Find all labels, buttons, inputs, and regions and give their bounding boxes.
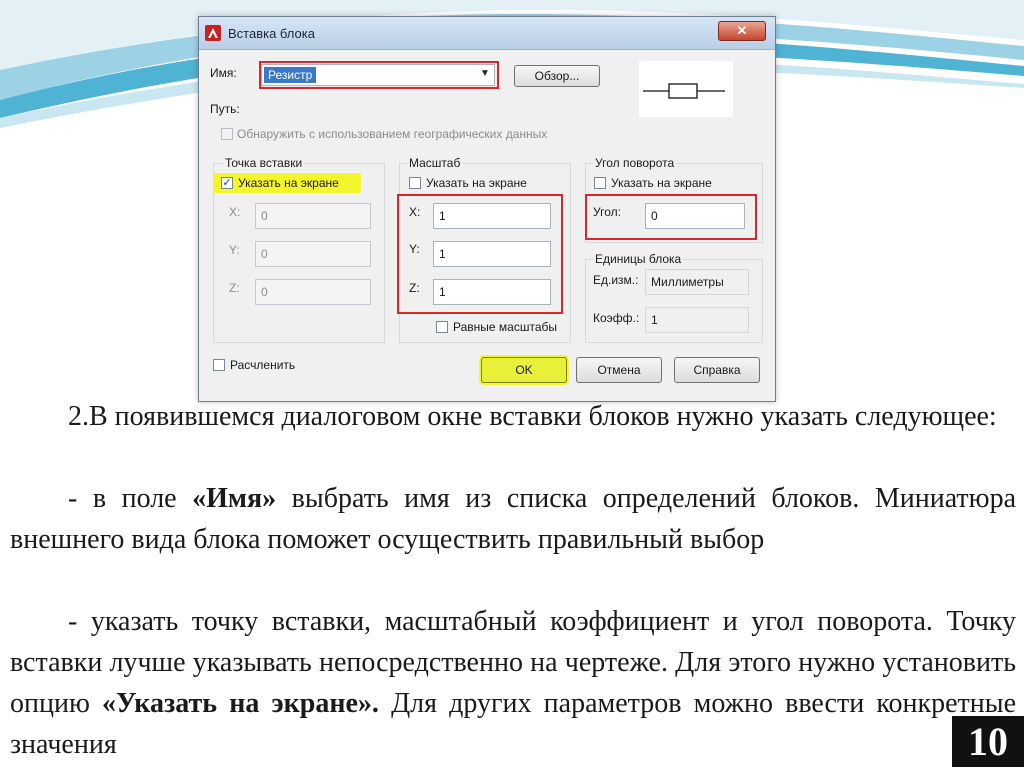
paragraph-2-text-a: - в поле — [68, 483, 193, 514]
block-preview — [639, 61, 733, 117]
paragraph-1-text: 2.В появившемся диалоговом окне вставки … — [68, 401, 997, 432]
block-units-heading: Единицы блока — [593, 252, 684, 266]
scale-y-label: Y: — [409, 242, 420, 256]
scale-y-field[interactable]: 1 — [433, 241, 551, 267]
factor-label: Коэфф.: — [593, 311, 640, 325]
path-label: Путь: — [210, 102, 240, 116]
explode-label: Расчленить — [230, 358, 296, 372]
name-field-reference: «Имя» — [192, 483, 277, 514]
name-label: Имя: — [210, 66, 237, 80]
scale-heading: Масштаб — [407, 156, 463, 170]
unit-value: Миллиметры — [645, 269, 749, 295]
uniform-scale-label: Равные масштабы — [453, 320, 557, 334]
geo-checkbox-label: Обнаружить с использованием географическ… — [237, 127, 548, 141]
angle-label: Угол: — [593, 205, 621, 219]
dialog-titlebar[interactable]: Вставка блока ✕ — [199, 17, 775, 50]
scale-z-label: Z: — [409, 281, 420, 295]
rotation-specify-label: Указать на экране — [611, 176, 712, 190]
scale-specify-label: Указать на экране — [426, 176, 527, 190]
rotation-specify-checkbox[interactable] — [594, 177, 606, 189]
autocad-logo-icon — [205, 25, 221, 41]
angle-field[interactable]: 0 — [645, 203, 745, 229]
insertion-point-heading: Точка вставки — [223, 156, 305, 170]
paragraph-3: - указать точку вставки, масштабный коэф… — [10, 601, 1016, 765]
specify-on-screen-reference: «Указать на экране». — [102, 688, 379, 719]
resistor-symbol-icon — [643, 83, 725, 99]
insertion-specify-checkbox[interactable]: ✓ — [221, 177, 233, 189]
uniform-scale-checkbox[interactable] — [436, 321, 448, 333]
page-number: 10 — [952, 716, 1024, 767]
scale-x-field[interactable]: 1 — [433, 203, 551, 229]
rotation-heading: Угол поворота — [593, 156, 677, 170]
scale-specify-checkbox[interactable] — [409, 177, 421, 189]
factor-value: 1 — [645, 307, 749, 333]
paragraph-2: - в поле «Имя» выбрать имя из списка опр… — [10, 478, 1016, 560]
help-button[interactable]: Справка — [674, 357, 760, 383]
close-button[interactable]: ✕ — [718, 21, 766, 41]
insert-block-dialog: Вставка блока ✕ Имя: Резистр ▼ Обзор... … — [198, 16, 776, 402]
scale-x-label: X: — [409, 205, 421, 219]
scale-z-field[interactable]: 1 — [433, 279, 551, 305]
insertion-y-label: Y: — [229, 243, 240, 257]
insertion-z-field[interactable]: 0 — [255, 279, 371, 305]
explode-checkbox[interactable] — [213, 359, 225, 371]
name-highlight-frame — [259, 61, 499, 89]
insertion-x-label: X: — [229, 205, 241, 219]
paragraph-1: 2.В появившемся диалоговом окне вставки … — [10, 396, 1016, 437]
unit-label: Ед.изм.: — [593, 273, 639, 287]
ok-button[interactable]: OK — [481, 357, 567, 383]
insertion-z-label: Z: — [229, 281, 240, 295]
insertion-x-field[interactable]: 0 — [255, 203, 371, 229]
insertion-specify-label: Указать на экране — [238, 176, 339, 190]
geo-checkbox[interactable] — [221, 128, 233, 140]
close-icon: ✕ — [736, 23, 748, 38]
cancel-button[interactable]: Отмена — [576, 357, 662, 383]
dialog-title: Вставка блока — [228, 26, 315, 41]
insertion-y-field[interactable]: 0 — [255, 241, 371, 267]
browse-button[interactable]: Обзор... — [514, 65, 600, 87]
